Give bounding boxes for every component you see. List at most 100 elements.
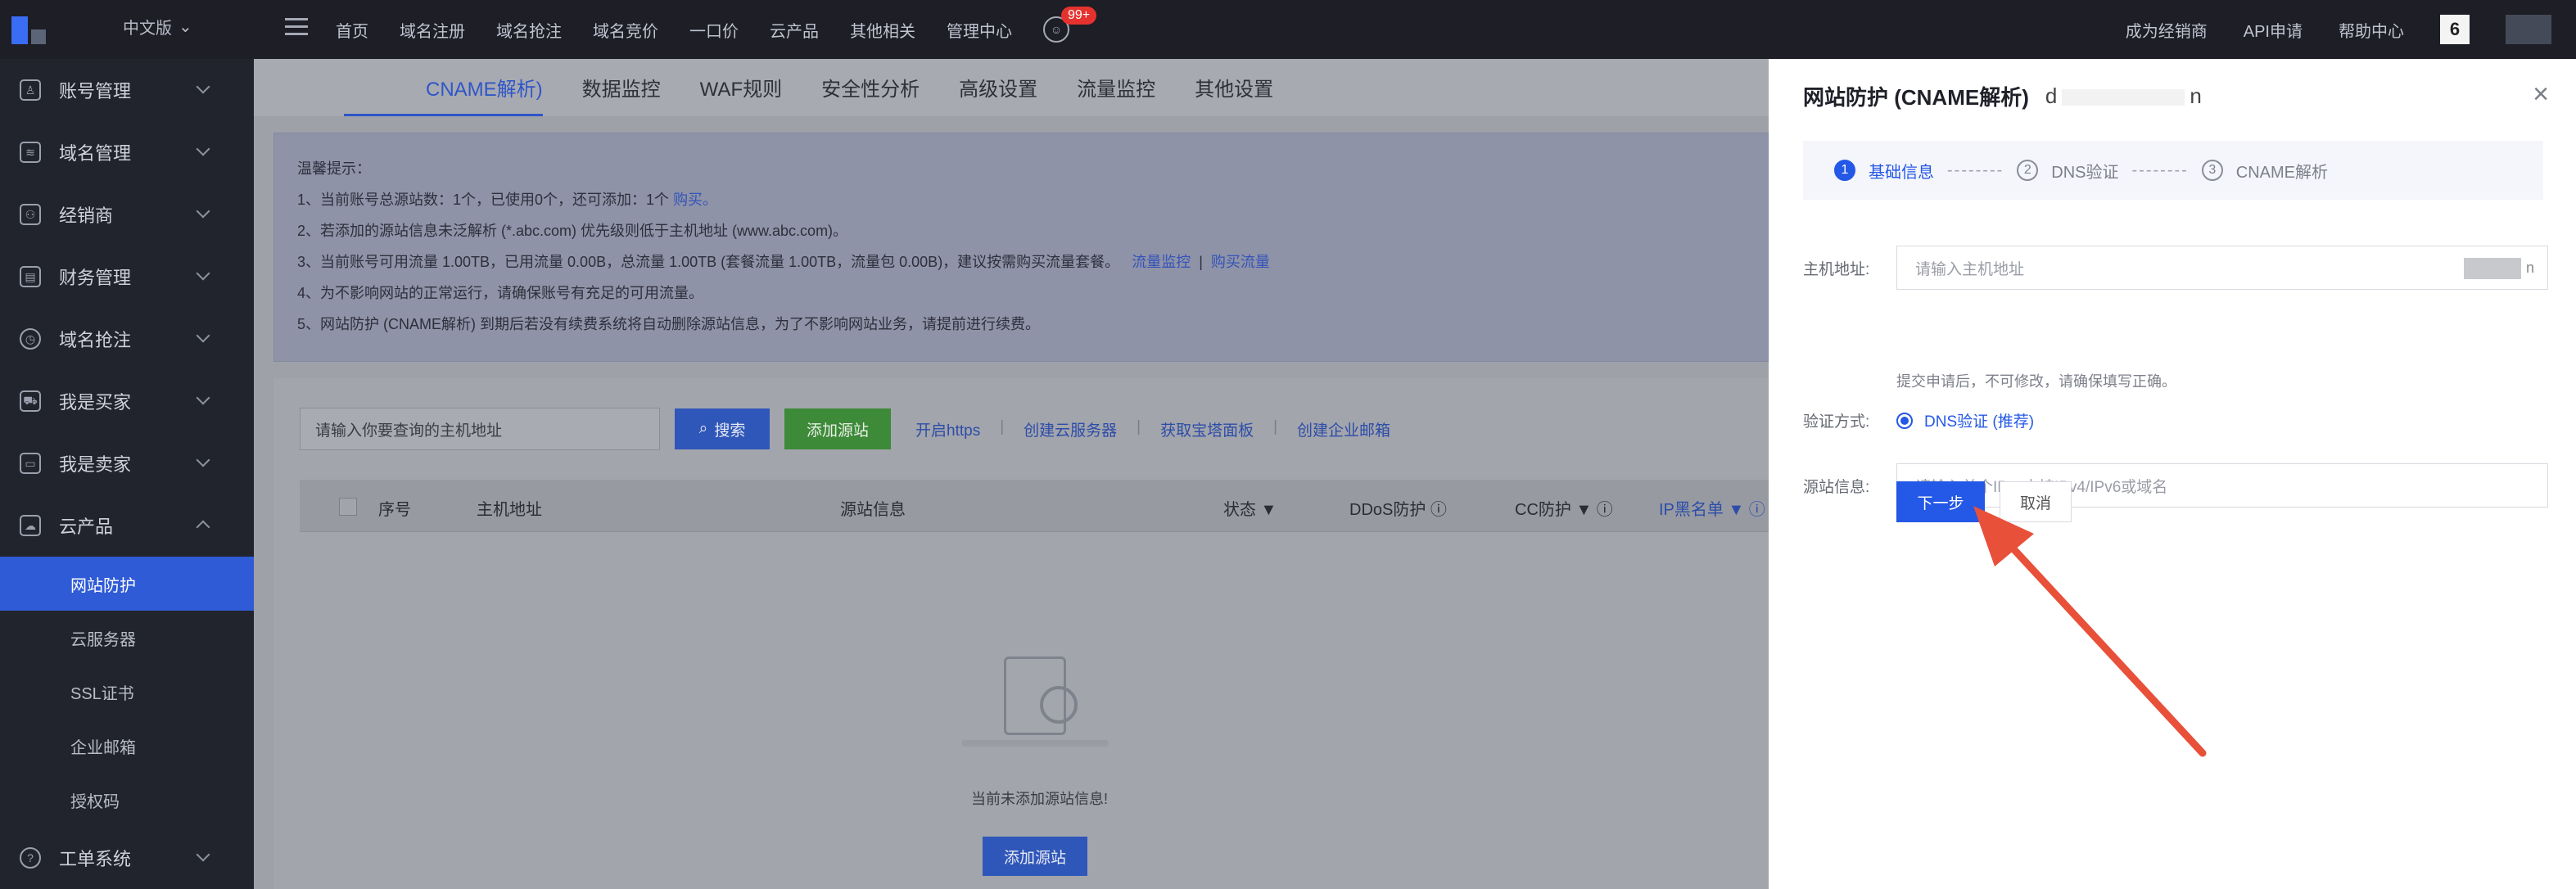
nav-home[interactable]: 首页 [336, 18, 368, 42]
main-content: CNAME解析) 数据监控 WAF规则 安全性分析 高级设置 流量监控 其他设置… [254, 59, 1769, 889]
api-apply-link[interactable]: API申请 [2244, 18, 2303, 42]
nav-domain-auction[interactable]: 域名竞价 [593, 18, 658, 42]
notice-line: 5、网站防护 (CNAME解析) 到期后若没有续费系统将自动删除源站信息，为了不… [297, 316, 1041, 332]
enable-https-link[interactable]: 开启https [915, 418, 980, 440]
sidebar-item-label: 账号管理 [59, 81, 132, 102]
create-server-link[interactable]: 创建云服务器 [1024, 418, 1117, 440]
nav-cloud[interactable]: 云产品 [770, 18, 819, 42]
col-status[interactable]: 状态 ▼ [1223, 496, 1277, 520]
drawer-header: 网站防护 (CNAME解析) dn × [1769, 59, 2576, 133]
sidebar: ♙ 账号管理 ≋ 域名管理 ⚇ 经销商 ▤ 财务管理 ◷ 域名抢注 ⛟ 我是买家… [0, 59, 254, 889]
add-source-button[interactable]: 添加源站 [784, 408, 891, 449]
user-icon: ♙ [20, 79, 41, 101]
buy-link[interactable]: 购买。 [673, 192, 717, 208]
chevron-down-icon [196, 142, 210, 156]
sidebar-item-label: 工单系统 [59, 849, 132, 869]
notice-line: 4、为不影响网站的正常运行，请确保账号有充足的可用流量。 [297, 285, 704, 301]
col-host: 主机地址 [477, 501, 542, 519]
logo[interactable] [11, 13, 51, 46]
dns-verify-label[interactable]: DNS验证 (推荐) [1924, 409, 2034, 431]
notice-line: 3、当前账号可用流量 1.00TB，已用流量 0.00B，总流量 1.00TB … [297, 254, 1270, 270]
step-3-label: CNAME解析 [2235, 163, 2329, 182]
top-nav: 首页 域名注册 域名抢注 域名竞价 一口价 云产品 其他相关 管理中心 ☺ 99… [336, 0, 1097, 59]
col-cc[interactable]: CC防护 ▼ ⓘ [1515, 496, 1613, 520]
tab-cname[interactable]: CNAME解析) [344, 73, 543, 116]
chevron-down-icon [196, 204, 210, 219]
top-right: 成为经销商 API申请 帮助中心 6 [2126, 0, 2551, 59]
sidebar-item-reseller[interactable]: ⚇ 经销商 [0, 183, 254, 246]
nav-domain-snap[interactable]: 域名抢注 [496, 18, 562, 42]
traffic-monitor-link[interactable]: 流量监控 [1132, 254, 1191, 270]
users-icon: ⚇ [20, 204, 41, 225]
notice-box: 温馨提示： 1、当前账号总源站数：1个，已使用0个，还可添加：1个 购买。 2、… [273, 133, 1769, 362]
tab-data-monitor[interactable]: 数据监控 [582, 73, 661, 116]
avatar[interactable]: 6 [2440, 15, 2470, 44]
top-bar: 中文版 ⌄ 首页 域名注册 域名抢注 域名竞价 一口价 云产品 其他相关 管理中… [0, 0, 2576, 59]
steps: 1 基础信息 -------- 2 DNS验证 -------- 3 CNAME… [1803, 141, 2543, 200]
chevron-down-icon: ⌄ [179, 18, 192, 36]
help-center-link[interactable]: 帮助中心 [2339, 18, 2404, 42]
drawer-host: dn [2045, 83, 2202, 108]
nav-fixed-price[interactable]: 一口价 [689, 18, 739, 42]
source-label: 源站信息: [1803, 478, 1870, 496]
table-header: 序号 主机地址 源站信息 状态 ▼ DDoS防护 ⓘ CC防护 ▼ ⓘ IP黑名… [300, 480, 1769, 532]
sidebar-subitem-website-protection[interactable]: 网站防护 [0, 557, 254, 611]
nav-domain-register[interactable]: 域名注册 [400, 18, 465, 42]
language-label: 中文版 [123, 20, 172, 38]
get-bt-panel-link[interactable]: 获取宝塔面板 [1160, 418, 1254, 440]
host-hint: 提交申请后，不可修改，请确保填写正确。 [1896, 373, 2176, 390]
search-button[interactable]: ⌕ 搜索 [675, 408, 770, 449]
sidebar-item-label: 财务管理 [59, 268, 132, 288]
col-ip-blacklist[interactable]: IP黑名单 ▼ ⓘ [1659, 496, 1765, 520]
sidebar-item-snap[interactable]: ◷ 域名抢注 [0, 308, 254, 370]
site-list-panel: 请输入你要查询的主机地址 ⌕ 搜索 添加源站 开启https | 创建云服务器 | … [273, 378, 1769, 889]
sidebar-item-ticket[interactable]: ? 工单系统 [0, 827, 254, 889]
col-ddos[interactable]: DDoS防护 ⓘ [1349, 496, 1447, 520]
sidebar-item-finance[interactable]: ▤ 财务管理 [0, 246, 254, 308]
tab-waf-rules[interactable]: WAF规则 [700, 73, 782, 116]
step-2-label: DNS验证 [2051, 163, 2119, 182]
quick-links: 开启https | 创建云服务器 | 获取宝塔面板 | 创建企业邮箱 [915, 417, 1391, 440]
chevron-down-icon [196, 847, 210, 862]
step-3-icon: 3 [2201, 160, 2223, 181]
notice-title: 温馨提示： [297, 160, 371, 177]
tab-other-settings[interactable]: 其他设置 [1195, 73, 1273, 116]
host-input[interactable]: 请输入主机地址 n [1896, 246, 2548, 290]
sidebar-subitem-auth-code[interactable]: 授权码 [0, 773, 254, 827]
step-2-icon: 2 [2017, 160, 2039, 181]
col-index: 序号 [378, 501, 411, 519]
host-search-input[interactable]: 请输入你要查询的主机地址 [300, 408, 660, 450]
verify-row: 验证方式: DNS验证 (推荐) [1803, 409, 2034, 431]
dns-verify-radio[interactable] [1896, 412, 1913, 429]
select-all-checkbox[interactable] [339, 498, 357, 516]
close-icon[interactable]: × [2527, 80, 2555, 108]
sidebar-subitem-ssl[interactable]: SSL证书 [0, 665, 254, 719]
menu-toggle-icon[interactable] [285, 18, 308, 39]
sidebar-item-buyer[interactable]: ⛟ 我是买家 [0, 370, 254, 432]
sidebar-subitem-cloud-server[interactable]: 云服务器 [0, 611, 254, 665]
chevron-down-icon [196, 390, 210, 405]
cloud-icon: ☁ [20, 515, 41, 536]
user-menu[interactable] [2506, 15, 2551, 44]
notice-line: 1、当前账号总源站数：1个，已使用0个，还可添加：1个 购买。 [297, 192, 718, 208]
nav-other[interactable]: 其他相关 [850, 18, 915, 42]
empty-add-source-button[interactable]: 添加源站 [983, 837, 1087, 876]
sidebar-item-domain[interactable]: ≋ 域名管理 [0, 121, 254, 183]
clock-icon: ◷ [20, 328, 41, 350]
nav-admin[interactable]: 管理中心 [947, 18, 1012, 42]
col-source: 源站信息 [840, 501, 906, 519]
sidebar-item-cloud[interactable]: ☁ 云产品 [0, 494, 254, 557]
host-row: 主机地址: 请输入主机地址 n [1803, 246, 2548, 290]
message-icon[interactable]: ☺ 99+ [1043, 7, 1097, 43]
create-mail-link[interactable]: 创建企业邮箱 [1297, 418, 1390, 440]
tab-advanced-settings[interactable]: 高级设置 [959, 73, 1037, 116]
buy-traffic-link[interactable]: 购买流量 [1211, 254, 1270, 270]
sidebar-item-account[interactable]: ♙ 账号管理 [0, 59, 254, 121]
language-select[interactable]: 中文版 ⌄ [123, 15, 192, 38]
become-reseller-link[interactable]: 成为经销商 [2126, 18, 2208, 42]
sidebar-item-seller[interactable]: ▭ 我是卖家 [0, 432, 254, 494]
tab-traffic-monitor[interactable]: 流量监控 [1077, 73, 1155, 116]
sidebar-subitem-mail[interactable]: 企业邮箱 [0, 719, 254, 773]
verify-label: 验证方式: [1803, 413, 1870, 431]
tab-security-analysis[interactable]: 安全性分析 [821, 73, 920, 116]
